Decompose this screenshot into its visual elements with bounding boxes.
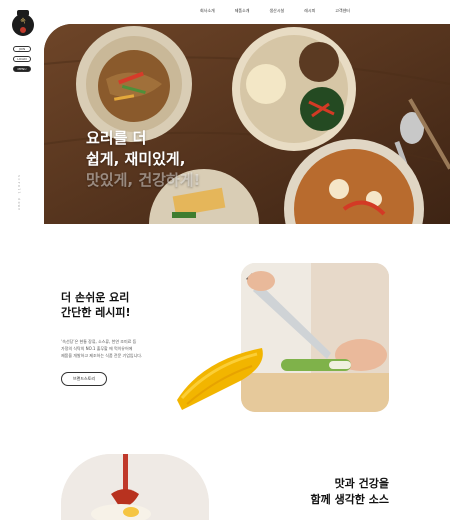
hero-line-2: 쉽게, 재미있게, [86, 150, 186, 168]
hero-headline: 요리를 더 쉽게, 재미있게, 맛있게, 건강하게! [86, 128, 200, 191]
nav-item-products[interactable]: 제품소개 [235, 6, 250, 16]
scroll-indicator-text: scroll down [17, 175, 21, 212]
sauce-section-title: 맛과 건강을 함께 생각한 소스 [311, 476, 390, 508]
join-button[interactable]: JOIN [13, 46, 31, 52]
recipe-title-line-1: 더 손쉬운 요리 [61, 291, 130, 304]
svg-text:속: 속 [20, 17, 26, 25]
sauce-title-line-1: 맛과 건강을 [334, 477, 389, 490]
login-button[interactable]: LOGIN [13, 56, 31, 62]
menu-button[interactable]: MENU [13, 66, 31, 72]
sauce-photo [61, 454, 209, 520]
recipe-section-title: 더 손쉬운 요리 간단한 레시피! [61, 290, 131, 320]
recipe-desc-line-3: 제품을 개발하고 제조하는 식품 전문 기업입니다. [61, 353, 143, 358]
hero-line-3: 맛있게, 건강하게! [86, 171, 201, 189]
recipe-section-description: ‘속선당’은 현통 장류, 소스류, 천연 조미료 등 가정의 식탁의 NO.1… [61, 338, 171, 359]
sauce-title-line-2: 함께 생각한 소스 [310, 493, 390, 506]
nav-item-company[interactable]: 회사소개 [200, 6, 215, 16]
hero-line-1: 요리를 더 [86, 129, 147, 147]
nav-item-facility[interactable]: 생산시설 [269, 6, 284, 16]
yellow-brush-stroke [177, 348, 263, 410]
nav-item-recipe[interactable]: 레시피 [304, 6, 315, 16]
recipe-title-line-2: 간단한 레시피! [61, 306, 131, 319]
recipe-desc-line-2: 가정의 식탁의 NO.1 출무할 에 먹이유어에 [61, 346, 133, 351]
recipe-desc-line-1: ‘속선당’은 현통 장류, 소스류, 천연 조미료 등 [61, 339, 137, 344]
hero-food-illustration [44, 24, 450, 224]
nav-item-support[interactable]: 고객센터 [335, 6, 350, 16]
hero-banner: 요리를 더 쉽게, 재미있게, 맛있게, 건강하게! [44, 24, 450, 224]
brand-logo-icon[interactable]: 속 [11, 9, 35, 39]
top-navigation: 회사소개 제품소개 생산시설 레시피 고객센터 [200, 6, 370, 16]
brand-story-button[interactable]: 브랜드스토리 [61, 372, 107, 386]
left-sidebar: 속 JOIN LOGIN MENU scroll down [0, 0, 44, 520]
